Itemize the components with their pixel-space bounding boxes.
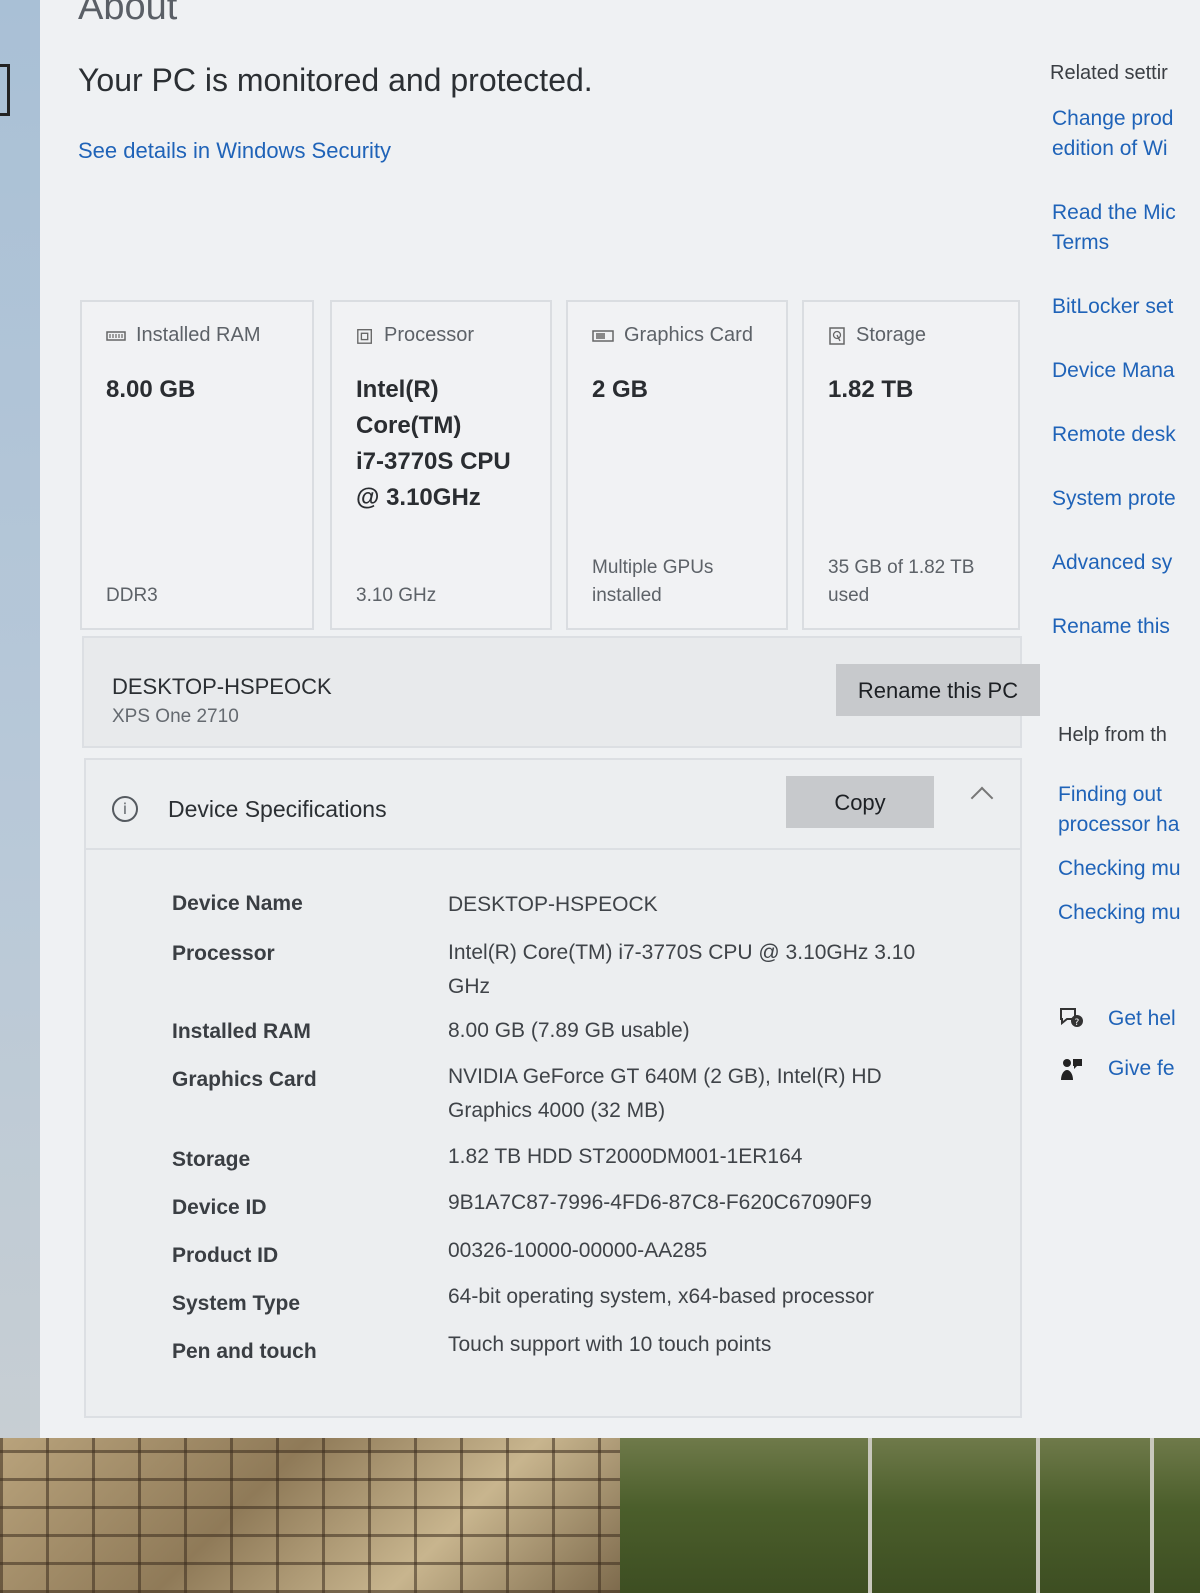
spec-value[interactable]: 00326-10000-00000-AA285 [448, 1234, 948, 1268]
related-link-advanced-system[interactable]: Advanced sy [1052, 548, 1200, 578]
card-value: Intel(R) Core(TM) i7-3770S CPU @ 3.10GHz [356, 376, 511, 511]
card-storage: Storage 1.82 TB 35 GB of 1.82 TB used [802, 300, 1020, 630]
settings-window: About Your PC is monitored and protected… [40, 0, 1200, 1438]
give-feedback-link[interactable]: Give fe [1108, 1057, 1175, 1081]
spec-label: System Type [172, 1292, 300, 1315]
related-link-remote-desktop[interactable]: Remote desk [1052, 420, 1200, 450]
device-specifications-header[interactable]: i Device Specifications Copy [86, 760, 1020, 850]
related-link-system-protection[interactable]: System prote [1052, 484, 1200, 514]
spec-label: Device Name [172, 892, 303, 915]
spec-label: Product ID [172, 1244, 279, 1267]
storage-icon [829, 326, 845, 345]
card-header-label: Processor [384, 324, 475, 346]
stone-wall [0, 1438, 620, 1593]
help-link-processor[interactable]: Finding out processor ha [1058, 780, 1200, 840]
pc-name: DESKTOP-HSPEOCK [112, 674, 332, 699]
card-footer: Multiple GPUs installed [592, 557, 714, 606]
card-header-label: Storage [856, 324, 927, 346]
spec-value[interactable]: NVIDIA GeForce GT 640M (2 GB), Intel(R) … [448, 1060, 948, 1128]
card-graphics-card: Graphics Card 2 GB Multiple GPUs install… [566, 300, 788, 630]
get-help-item[interactable]: ? Get hel [1058, 1006, 1176, 1032]
help-link-checking-2[interactable]: Checking mu [1058, 898, 1200, 928]
related-link-bitlocker[interactable]: BitLocker set [1052, 292, 1200, 322]
copy-button[interactable]: Copy [786, 776, 934, 828]
card-footer: 3.10 GHz [356, 585, 437, 606]
related-link-change-product-key[interactable]: Change prod edition of Wi [1052, 104, 1200, 164]
security-status: Your PC is monitored and protected. [78, 62, 593, 98]
chevron-up-icon[interactable] [970, 786, 994, 810]
pc-name-panel: DESKTOP-HSPEOCK XPS One 2710 Rename this… [82, 636, 1040, 748]
rename-pc-button[interactable]: Rename this PC [836, 664, 1040, 716]
feedback-icon [1061, 1059, 1082, 1080]
spec-value[interactable]: 9B1A7C87-7996-4FD6-87C8-F620C67090F9 [448, 1186, 948, 1220]
ram-icon [106, 330, 126, 341]
pc-model: XPS One 2710 [112, 706, 239, 727]
page-title: About [78, 0, 178, 28]
processor-icon [357, 328, 372, 344]
give-feedback-item[interactable]: Give fe [1058, 1056, 1175, 1082]
spec-value[interactable]: DESKTOP-HSPEOCK [448, 888, 948, 922]
get-help-icon: ? [1060, 1008, 1083, 1028]
card-processor: Processor Intel(R) Core(TM) i7-3770S CPU… [330, 300, 552, 630]
related-link-rename-pc[interactable]: Rename this [1052, 612, 1200, 642]
windows-security-link[interactable]: See details in Windows Security [78, 138, 391, 164]
spec-label: Storage [172, 1148, 251, 1171]
info-icon: i [112, 796, 138, 822]
device-specifications-title: Device Specifications [168, 796, 387, 822]
fence-post [1036, 1438, 1040, 1593]
spec-value[interactable]: 64-bit operating system, x64-based proce… [448, 1280, 948, 1314]
device-specifications-panel: i Device Specifications Copy Device Name… [84, 758, 1022, 1418]
spec-value[interactable]: Touch support with 10 touch points [448, 1328, 948, 1362]
related-link-device-manager[interactable]: Device Mana [1052, 356, 1200, 386]
spec-label: Installed RAM [172, 1020, 311, 1043]
desktop-edge [0, 0, 40, 1440]
get-help-link[interactable]: Get hel [1108, 1007, 1176, 1031]
related-settings-heading: Related settir [1050, 62, 1168, 84]
window-frame-edge [0, 64, 10, 116]
spec-value[interactable]: 8.00 GB (7.89 GB usable) [448, 1014, 948, 1048]
spec-label: Device ID [172, 1196, 267, 1219]
fence-post [868, 1438, 872, 1593]
spec-label: Processor [172, 942, 275, 965]
spec-label: Pen and touch [172, 1340, 317, 1363]
card-value: 1.82 TB [828, 376, 914, 403]
card-footer: DDR3 [106, 585, 158, 606]
grass-field [620, 1438, 1200, 1593]
graphics-card-icon [592, 329, 614, 342]
help-link-checking-1[interactable]: Checking mu [1058, 854, 1200, 884]
card-footer: 35 GB of 1.82 TB used [828, 557, 975, 606]
spec-value[interactable]: Intel(R) Core(TM) i7-3770S CPU @ 3.10GHz… [448, 936, 948, 1004]
desk-background-photo [0, 1438, 1200, 1593]
card-value: 2 GB [592, 376, 649, 403]
spec-value[interactable]: 1.82 TB HDD ST2000DM001-1ER164 [448, 1140, 948, 1174]
help-heading: Help from th [1058, 724, 1167, 746]
card-header-label: Installed RAM [136, 324, 261, 346]
fence-post [1150, 1438, 1154, 1593]
card-header-label: Graphics Card [624, 324, 753, 346]
related-link-microsoft-terms[interactable]: Read the Mic Terms [1052, 198, 1200, 258]
card-installed-ram: Installed RAM 8.00 GB DDR3 [80, 300, 314, 630]
card-value: 8.00 GB [106, 376, 196, 403]
svg-text:?: ? [1075, 1018, 1080, 1028]
spec-label: Graphics Card [172, 1068, 317, 1091]
